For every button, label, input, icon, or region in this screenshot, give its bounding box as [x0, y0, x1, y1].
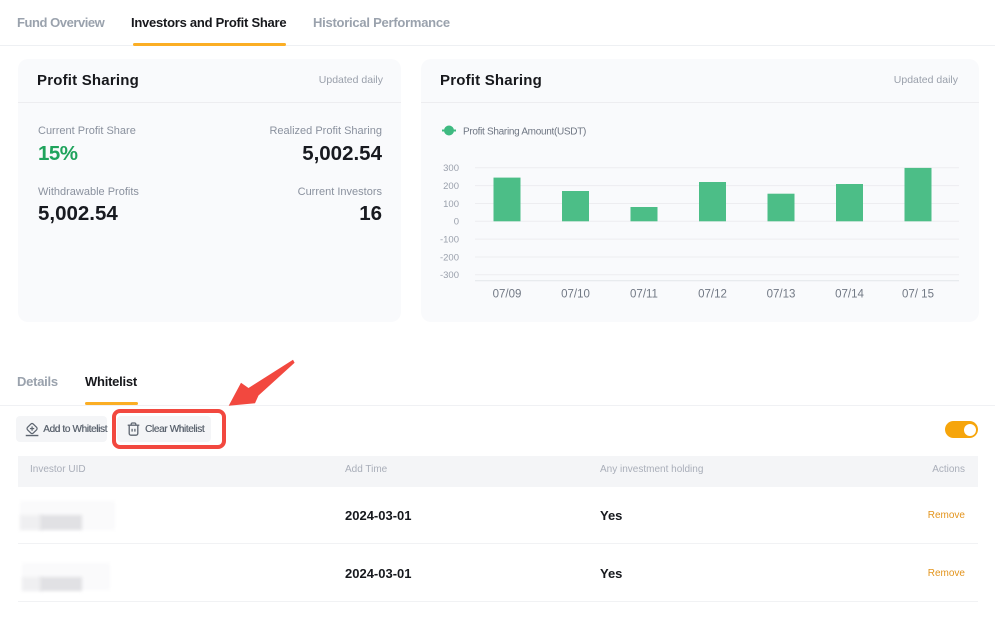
svg-text:-300: -300 — [440, 270, 459, 281]
svg-text:07/13: 07/13 — [767, 289, 796, 301]
svg-text:07/10: 07/10 — [561, 289, 590, 301]
svg-text:07/ 15: 07/ 15 — [902, 289, 934, 301]
svg-text:300: 300 — [443, 163, 459, 174]
svg-text:100: 100 — [443, 199, 459, 210]
svg-text:-200: -200 — [440, 253, 459, 264]
svg-text:07/14: 07/14 — [835, 289, 864, 301]
svg-text:0: 0 — [454, 217, 459, 228]
svg-text:07/11: 07/11 — [630, 289, 658, 301]
svg-text:200: 200 — [443, 181, 459, 192]
svg-text:07/12: 07/12 — [698, 289, 727, 301]
svg-text:Profit Sharing Amount(USDT): Profit Sharing Amount(USDT) — [463, 127, 586, 138]
svg-text:-100: -100 — [440, 235, 459, 246]
svg-text:07/09: 07/09 — [493, 289, 522, 301]
